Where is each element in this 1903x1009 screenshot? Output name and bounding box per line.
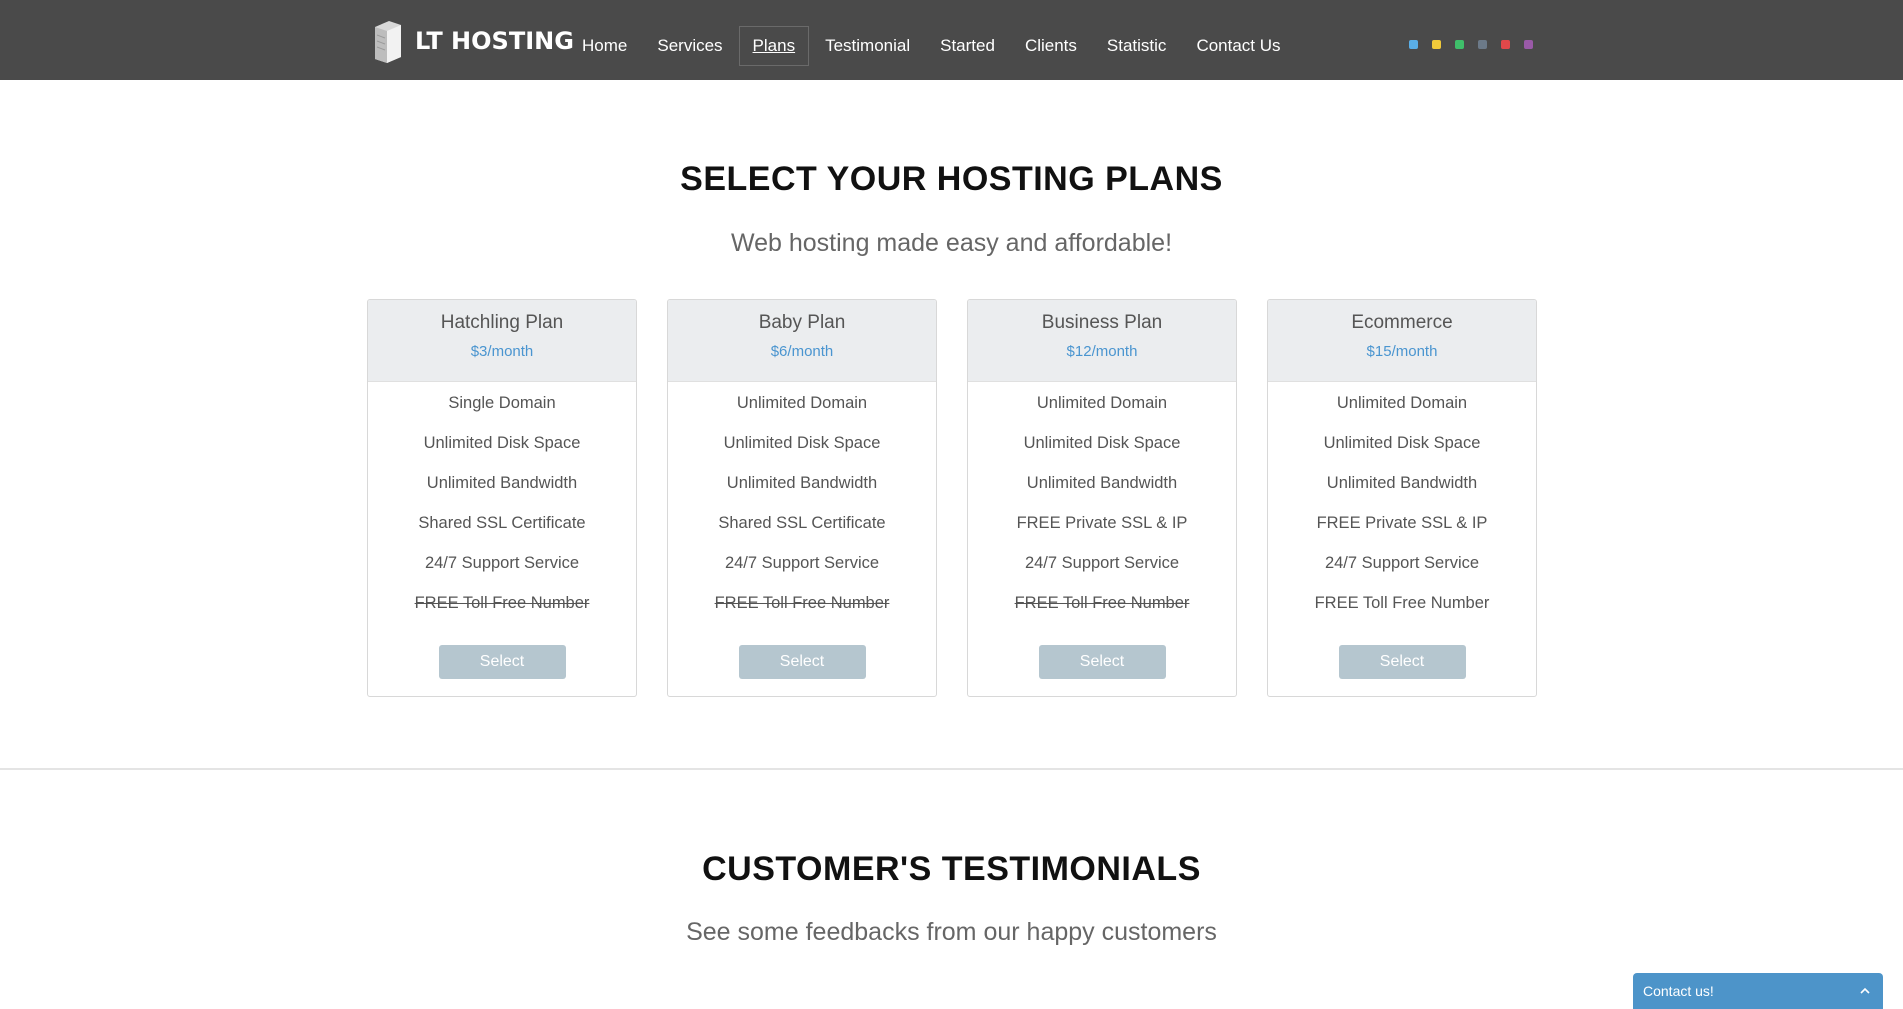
theme-swatch-green[interactable] (1455, 40, 1464, 49)
plan-card-ecommerce: Ecommerce $15/month Unlimited Domain Unl… (1267, 299, 1537, 697)
nav-item-plans[interactable]: Plans (738, 26, 810, 66)
plan-feature: 24/7 Support Service (1324, 554, 1480, 572)
plan-price: $3/month (470, 343, 534, 360)
plan-feature-list: Single Domain Unlimited Disk Space Unlim… (368, 382, 636, 632)
main-nav: Home Services Plans Testimonial Started … (568, 26, 1297, 66)
select-plan-button[interactable]: Select (1038, 645, 1166, 679)
plan-feature: FREE Toll Free Number (414, 594, 590, 612)
plan-feature: FREE Private SSL & IP (1316, 514, 1488, 532)
testimonials-section-subtitle: See some feedbacks from our happy custom… (686, 918, 1217, 946)
theme-swatch-blue[interactable] (1409, 40, 1418, 49)
plan-feature: FREE Toll Free Number (714, 594, 890, 612)
nav-item-testimonial[interactable]: Testimonial (811, 26, 924, 66)
contact-us-label: Contact us! (1643, 983, 1714, 999)
plan-price: $6/month (770, 343, 834, 360)
select-plan-button[interactable]: Select (738, 645, 866, 679)
plan-header: Hatchling Plan $3/month (368, 300, 636, 382)
plan-feature: Unlimited Domain (736, 394, 868, 412)
plan-feature: Unlimited Bandwidth (426, 474, 578, 492)
plan-name: Business Plan (1041, 312, 1163, 333)
plan-feature: 24/7 Support Service (724, 554, 880, 572)
plan-header: Baby Plan $6/month (668, 300, 936, 382)
plan-feature: Unlimited Disk Space (1323, 434, 1481, 452)
nav-item-contact-us[interactable]: Contact Us (1182, 26, 1294, 66)
plan-feature: FREE Toll Free Number (1014, 594, 1190, 612)
select-plan-button[interactable]: Select (438, 645, 566, 679)
nav-item-home[interactable]: Home (568, 26, 641, 66)
plan-price: $12/month (1066, 343, 1138, 360)
plans-grid: Hatchling Plan $3/month Single Domain Un… (367, 299, 1537, 697)
theme-swatch-yellow[interactable] (1432, 40, 1441, 49)
chevron-up-icon[interactable] (1859, 985, 1871, 997)
plan-feature: FREE Toll Free Number (1314, 594, 1490, 612)
plan-price: $15/month (1366, 343, 1438, 360)
theme-color-switcher (1409, 40, 1547, 49)
server-icon (375, 21, 401, 63)
select-plan-button[interactable]: Select (1338, 645, 1466, 679)
theme-swatch-red[interactable] (1501, 40, 1510, 49)
plan-feature: Unlimited Bandwidth (726, 474, 878, 492)
plan-feature: Single Domain (448, 394, 556, 412)
plan-feature-list: Unlimited Domain Unlimited Disk Space Un… (668, 382, 936, 632)
plan-feature-list: Unlimited Domain Unlimited Disk Space Un… (968, 382, 1236, 632)
plan-card-business: Business Plan $12/month Unlimited Domain… (967, 299, 1237, 697)
section-divider (0, 768, 1903, 770)
plan-feature: Unlimited Bandwidth (1026, 474, 1178, 492)
theme-swatch-gray[interactable] (1478, 40, 1487, 49)
nav-item-started[interactable]: Started (926, 26, 1009, 66)
plan-feature: 24/7 Support Service (1024, 554, 1180, 572)
plan-feature: Unlimited Disk Space (1023, 434, 1181, 452)
plan-header: Business Plan $12/month (968, 300, 1236, 382)
nav-item-services[interactable]: Services (643, 26, 736, 66)
plan-feature: Unlimited Domain (1036, 394, 1168, 412)
plan-feature: Unlimited Disk Space (423, 434, 581, 452)
plans-section-subtitle: Web hosting made easy and affordable! (730, 229, 1173, 257)
plan-feature: Shared SSL Certificate (718, 514, 886, 532)
top-navbar: LT HOSTING Home Services Plans Testimoni… (0, 0, 1903, 80)
plan-name: Baby Plan (758, 312, 846, 333)
plan-name: Ecommerce (1351, 312, 1453, 333)
plan-feature: FREE Private SSL & IP (1016, 514, 1188, 532)
plan-name: Hatchling Plan (440, 312, 564, 333)
plan-feature: Unlimited Bandwidth (1326, 474, 1478, 492)
plan-header: Ecommerce $15/month (1268, 300, 1536, 382)
plan-feature: Shared SSL Certificate (418, 514, 586, 532)
brand-logo[interactable]: LT HOSTING (373, 19, 574, 63)
brand-name: LT HOSTING (415, 27, 574, 55)
testimonials-section-title: CUSTOMER'S TESTIMONIALS (702, 850, 1201, 888)
plans-section-title: SELECT YOUR HOSTING PLANS (680, 160, 1223, 198)
plan-feature: Unlimited Domain (1336, 394, 1468, 412)
plan-feature-list: Unlimited Domain Unlimited Disk Space Un… (1268, 382, 1536, 632)
plan-card-baby: Baby Plan $6/month Unlimited Domain Unli… (667, 299, 937, 697)
nav-item-clients[interactable]: Clients (1011, 26, 1091, 66)
plan-feature: 24/7 Support Service (424, 554, 580, 572)
plan-card-hatchling: Hatchling Plan $3/month Single Domain Un… (367, 299, 637, 697)
nav-item-statistic[interactable]: Statistic (1093, 26, 1181, 66)
contact-us-widget[interactable]: Contact us! (1633, 973, 1883, 1009)
theme-swatch-purple[interactable] (1524, 40, 1533, 49)
plan-feature: Unlimited Disk Space (723, 434, 881, 452)
